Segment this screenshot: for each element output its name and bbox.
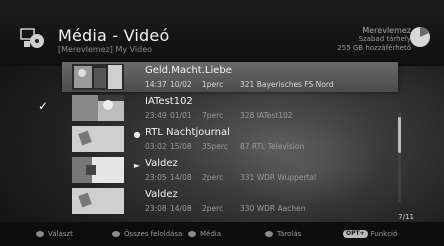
unlock-all-button[interactable]: Összes feloldása xyxy=(112,229,182,239)
recording-duration: 2perc xyxy=(202,204,224,213)
recording-row[interactable]: ● RTL Nachtjournal 03:02 15/08 35perc 87 RTL … xyxy=(62,124,398,154)
recording-duration: 35perc xyxy=(202,142,228,151)
play-icon: ► xyxy=(133,161,141,170)
header: Média - Videó [Merevlemez] My Video Mere… xyxy=(0,0,444,66)
storage-label: Tárolás xyxy=(277,230,302,238)
recording-row[interactable]: Geld.Macht.Liebe 14:37 10/02 1perc 321 Bayer… xyxy=(62,62,398,92)
scrollbar-thumb[interactable] xyxy=(398,117,401,153)
screen-background: Média - Videó [Merevlemez] My Video Mere… xyxy=(0,0,444,246)
recording-title: Geld.Macht.Liebe xyxy=(145,65,232,76)
page-title: Média - Videó xyxy=(58,26,170,45)
recording-thumbnail xyxy=(72,157,124,183)
function-button[interactable]: OPT+ Funkció xyxy=(343,229,397,239)
green-button-icon xyxy=(112,231,120,237)
recording-thumbnail xyxy=(72,64,124,90)
breadcrumb: [Merevlemez] My Video xyxy=(58,45,153,54)
recording-channel: 328 IATest102 xyxy=(240,111,293,120)
media-label: Média xyxy=(200,230,222,238)
select-label: Választ xyxy=(48,230,73,238)
function-label: Funkció xyxy=(370,230,398,238)
footer-bar: Választ Összes feloldása Média Tárolás O… xyxy=(0,222,444,246)
yellow-button-icon xyxy=(188,231,196,237)
recording-channel: 331 WDR Wuppertal xyxy=(240,173,317,182)
recording-date: 15/08 xyxy=(170,142,192,151)
unlock-all-label: Összes feloldása xyxy=(124,230,183,238)
recording-thumbnail xyxy=(72,188,124,214)
recording-thumbnail xyxy=(72,95,124,121)
media-button[interactable]: Média xyxy=(188,229,221,239)
storage-name: Merevlemez xyxy=(362,26,411,35)
disk-usage-icon xyxy=(410,27,430,47)
recording-title: IATest102 xyxy=(145,96,193,107)
recording-duration: 1perc xyxy=(202,80,224,89)
recordings-list: Geld.Macht.Liebe 14:37 10/02 1perc 321 Bayer… xyxy=(38,62,398,217)
recording-time: 23:08 xyxy=(145,204,167,213)
free-space-value: 255 GB hozzáférhető xyxy=(337,44,411,52)
recording-date: 14/08 xyxy=(170,204,192,213)
recording-title: Valdez xyxy=(145,189,178,200)
recording-time: 23:05 xyxy=(145,173,167,182)
recording-duration: 7perc xyxy=(202,111,224,120)
recording-channel: 87 RTL Television xyxy=(240,142,305,151)
checkmark-icon: ✓ xyxy=(37,99,49,113)
recording-title: RTL Nachtjournal xyxy=(145,127,230,138)
blue-button-icon xyxy=(265,231,273,237)
recording-time: 14:37 xyxy=(145,80,167,89)
recording-row[interactable]: ► Valdez 23:05 14/08 2perc 331 WDR Wuppertal xyxy=(62,155,398,185)
recording-time: 03:02 xyxy=(145,142,167,151)
recording-date: 10/02 xyxy=(170,80,192,89)
recording-row[interactable]: ✓ IATest102 23:49 01/01 7perc 328 IATest102 xyxy=(38,93,398,123)
recording-date: 01/01 xyxy=(170,111,192,120)
select-button[interactable]: Választ xyxy=(36,229,73,239)
storage-button[interactable]: Tárolás xyxy=(265,229,301,239)
red-button-icon xyxy=(36,231,44,237)
free-space-label: Szabad tárhely xyxy=(358,35,411,43)
recording-date: 14/08 xyxy=(170,173,192,182)
recording-duration: 2perc xyxy=(202,173,224,182)
recording-row[interactable]: Valdez 23:08 14/08 2perc 330 WDR Aachen xyxy=(62,186,398,216)
recording-thumbnail xyxy=(72,126,124,152)
recording-channel: 330 WDR Aachen xyxy=(240,204,306,213)
dot-icon: ● xyxy=(133,130,141,139)
storage-info: Merevlemez Szabad tárhely 255 GB hozzáfé… xyxy=(337,26,411,53)
recording-channel: 321 Bayerisches FS Nord xyxy=(240,80,334,89)
media-library-icon xyxy=(20,28,44,48)
page-count: 7/11 xyxy=(398,213,414,221)
recording-title: Valdez xyxy=(145,158,178,169)
recording-time: 23:49 xyxy=(145,111,167,120)
opt-badge: OPT+ xyxy=(343,230,368,238)
scrollbar[interactable] xyxy=(398,112,401,202)
